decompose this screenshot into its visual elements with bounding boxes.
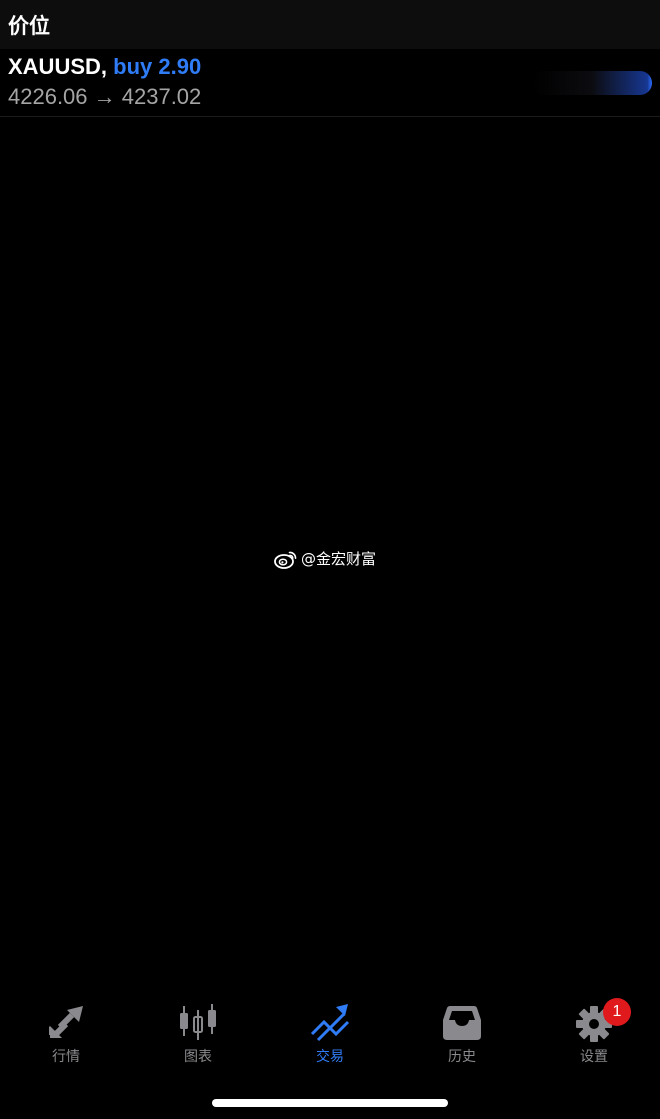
tab-trade[interactable]: 交易 <box>264 996 396 1076</box>
trade-trend-icon <box>310 1004 350 1042</box>
history-tray-icon <box>443 1006 481 1040</box>
watermark: @金宏财富 <box>274 548 376 570</box>
tab-label: 交易 <box>316 1049 344 1065</box>
position-row[interactable]: XAUUSD, buy 2.90 4226.06 → 4237.02 <box>0 49 660 117</box>
tab-label: 图表 <box>184 1049 212 1065</box>
watermark-text: @金宏财富 <box>301 550 377 568</box>
position-price-range: 4226.06 → 4237.02 <box>8 84 202 109</box>
home-indicator[interactable] <box>212 1099 448 1107</box>
position-symbol: XAUUSD, <box>8 54 108 79</box>
tab-label: 历史 <box>448 1049 476 1065</box>
tab-label: 设置 <box>580 1049 608 1065</box>
tab-quotes[interactable]: 行情 <box>0 996 132 1076</box>
section-title: 价位 <box>8 14 50 38</box>
position-summary: XAUUSD, buy 2.90 <box>8 53 201 81</box>
candlestick-chart-icon <box>180 1004 216 1040</box>
tab-history[interactable]: 历史 <box>396 996 528 1076</box>
position-profit-indicator <box>532 71 652 95</box>
weibo-logo-icon <box>274 551 297 569</box>
tab-charts[interactable]: 图表 <box>132 996 264 1076</box>
quotes-arrows-icon <box>49 1006 83 1039</box>
tab-settings[interactable]: 1 设置 <box>528 996 660 1076</box>
notification-badge: 1 <box>603 998 631 1026</box>
position-side-volume: buy 2.90 <box>113 54 202 79</box>
tab-bar: 行情 图表 交易 历史 1 设置 <box>0 996 660 1076</box>
section-header: 价位 <box>0 0 660 49</box>
tab-label: 行情 <box>52 1049 80 1065</box>
